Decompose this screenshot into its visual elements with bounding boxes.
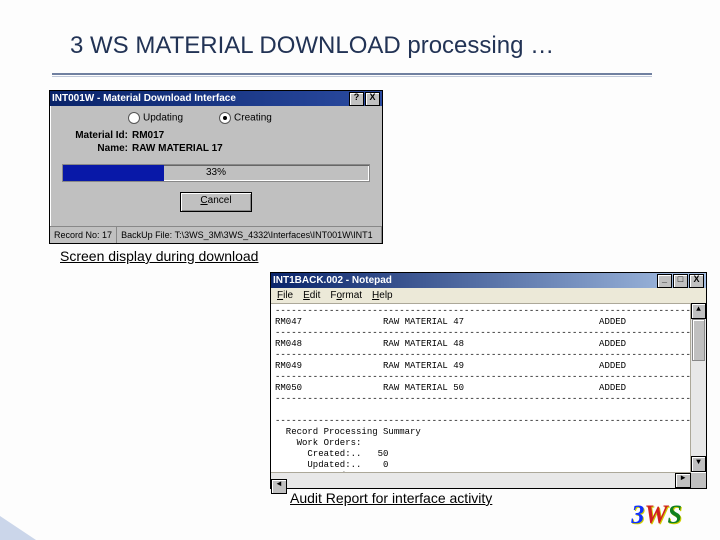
scroll-down-arrow-icon[interactable]: ▼ bbox=[691, 456, 706, 472]
dialog-status-bar: Record No: 17 BackUp File: T:\3WS_3M\3WS… bbox=[50, 226, 382, 243]
scroll-right-arrow-icon[interactable]: ► bbox=[675, 473, 691, 488]
record-no-value: 17 bbox=[102, 230, 112, 240]
download-dialog: INT001W - Material Download Interface ? … bbox=[49, 90, 383, 244]
notepad-title: INT1BACK.002 - Notepad bbox=[273, 275, 392, 286]
scroll-up-arrow-icon[interactable]: ▲ bbox=[691, 303, 706, 319]
backup-file-value: T:\3WS_3M\3WS_4332\Interfaces\INT001W\IN… bbox=[175, 230, 373, 240]
menu-help[interactable]: Help bbox=[372, 290, 393, 301]
minimize-button[interactable]: _ bbox=[657, 274, 672, 288]
scroll-corner bbox=[691, 473, 706, 488]
cancel-button[interactable]: Cancel bbox=[180, 192, 252, 212]
notepad-close-button[interactable]: X bbox=[689, 274, 704, 288]
material-id-label: Material Id: bbox=[58, 130, 132, 141]
slide-corner-decor bbox=[0, 516, 36, 540]
logo-w: W bbox=[644, 500, 667, 530]
maximize-button[interactable]: □ bbox=[673, 274, 688, 288]
slide-title: 3 WS MATERIAL DOWNLOAD processing … bbox=[70, 32, 554, 60]
title-underline bbox=[52, 73, 652, 77]
backup-file-label: BackUp File: bbox=[121, 230, 172, 240]
dialog-title: INT001W - Material Download Interface bbox=[52, 93, 236, 104]
radio-creating[interactable]: Creating bbox=[219, 112, 272, 124]
cancel-label: ancel bbox=[208, 195, 232, 206]
material-name-value: RAW MATERIAL 17 bbox=[132, 143, 223, 154]
dialog-titlebar[interactable]: INT001W - Material Download Interface ? … bbox=[50, 91, 382, 106]
notepad-menu-bar: File Edit Format Help bbox=[271, 288, 706, 304]
material-id-value: RM017 bbox=[132, 130, 164, 141]
radio-updating-label: Updating bbox=[143, 113, 183, 124]
caption-screen-display: Screen display during download bbox=[60, 248, 258, 264]
radio-creating-label: Creating bbox=[234, 113, 272, 124]
menu-edit[interactable]: Edit bbox=[303, 290, 320, 301]
scroll-left-arrow-icon[interactable]: ◄ bbox=[271, 479, 287, 494]
scroll-thumb[interactable] bbox=[692, 319, 705, 361]
close-button[interactable]: X bbox=[365, 92, 380, 106]
material-name-label: Name: bbox=[58, 143, 132, 154]
radio-updating[interactable]: Updating bbox=[128, 112, 183, 124]
menu-file[interactable]: File bbox=[277, 290, 293, 301]
caption-audit-report: Audit Report for interface activity bbox=[290, 490, 492, 506]
notepad-window: INT1BACK.002 - Notepad _ □ X File Edit F… bbox=[270, 272, 707, 489]
vertical-scrollbar[interactable]: ▲ ▼ bbox=[690, 303, 706, 472]
notepad-text-area[interactable]: ----------------------------------------… bbox=[271, 304, 706, 474]
progress-bar: 33% bbox=[62, 164, 370, 182]
horizontal-scrollbar[interactable]: ◄ ► bbox=[271, 472, 691, 488]
logo-3ws: 3 W S bbox=[631, 500, 682, 530]
help-button[interactable]: ? bbox=[349, 92, 364, 106]
logo-3: 3 bbox=[631, 500, 644, 530]
record-no-label: Record No: bbox=[54, 230, 100, 240]
logo-s: S bbox=[668, 500, 682, 530]
progress-text: 33% bbox=[63, 165, 369, 181]
menu-format[interactable]: Format bbox=[330, 290, 362, 301]
notepad-titlebar[interactable]: INT1BACK.002 - Notepad _ □ X bbox=[271, 273, 706, 288]
